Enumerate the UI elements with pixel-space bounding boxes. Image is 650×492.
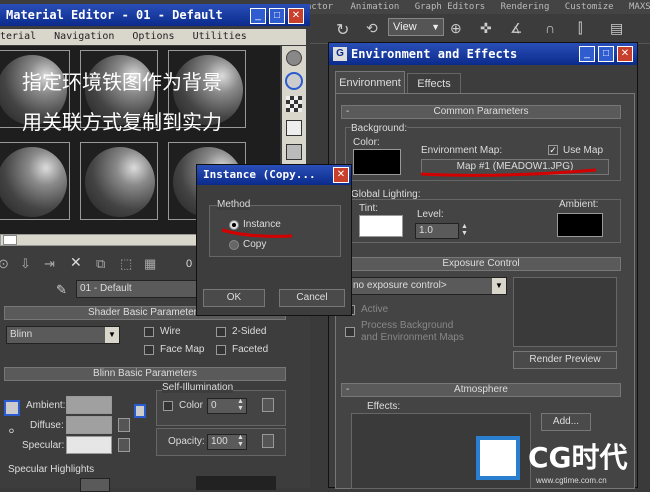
watermark: CG时代 www.cgtime.com.cn: [476, 432, 650, 488]
annotation-underline-map: [420, 168, 597, 177]
watermark-logo-icon: [476, 436, 520, 480]
watermark-url: www.cgtime.com.cn: [536, 476, 607, 485]
annotation-strokes: [221, 168, 597, 238]
annotation-underline-instance: [221, 228, 293, 238]
watermark-brand: CG时代: [528, 441, 628, 474]
